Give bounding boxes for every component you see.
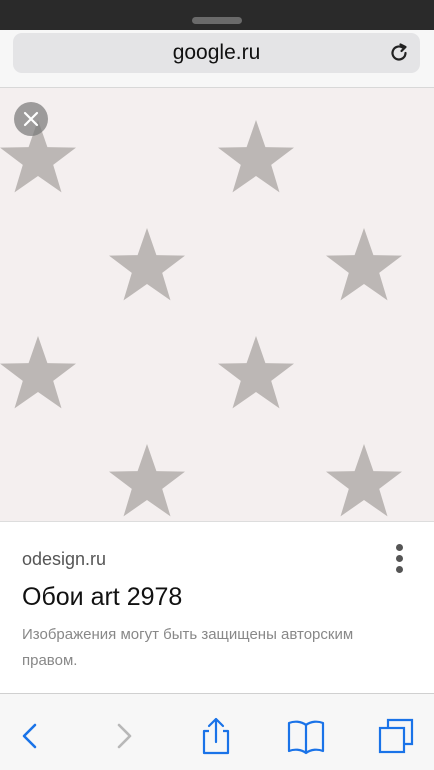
tabs-icon[interactable]	[376, 716, 416, 756]
copyright-notice: Изображения могут быть защищены авторски…	[22, 626, 354, 669]
image-preview[interactable]	[0, 88, 434, 522]
result-title[interactable]: Обои art 2978	[22, 583, 182, 612]
book-icon[interactable]	[286, 716, 326, 756]
browser-toolbar	[0, 693, 434, 770]
url-text[interactable]: google.ru	[13, 33, 420, 73]
chevron-left-icon[interactable]	[10, 716, 50, 756]
close-icon	[23, 111, 39, 127]
close-button[interactable]	[14, 102, 48, 136]
share-icon[interactable]	[196, 716, 236, 756]
status-strip	[0, 0, 434, 30]
source-domain[interactable]: odesign.ru	[22, 549, 106, 570]
grabber-handle[interactable]	[192, 17, 242, 24]
star-wallpaper-image	[0, 120, 402, 517]
address-bar[interactable]: google.ru	[13, 33, 420, 73]
more-vert-icon[interactable]	[388, 542, 412, 576]
chevron-right-icon[interactable]	[104, 716, 144, 756]
browser-top-bar: google.ru	[0, 0, 434, 88]
reload-icon[interactable]	[388, 42, 410, 64]
result-info-card: odesign.ru Обои art 2978 Изображения мог…	[0, 521, 434, 693]
